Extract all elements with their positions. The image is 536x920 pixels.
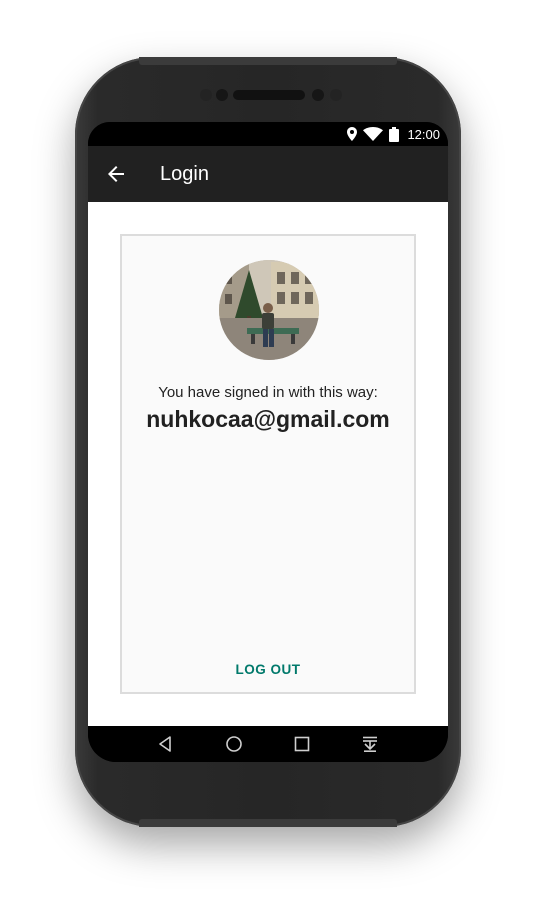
- speaker-grille: [233, 90, 305, 100]
- phone-rim-bottom: [139, 819, 397, 827]
- status-bar: 12:00: [88, 122, 448, 146]
- avatar-photo: [219, 260, 319, 360]
- notification-pull-icon[interactable]: [361, 735, 379, 753]
- arrow-left-icon[interactable]: [104, 162, 128, 186]
- avatar: [219, 260, 319, 360]
- main-content: You have signed in with this way: nuhkoc…: [88, 202, 448, 726]
- page-title: Login: [160, 163, 209, 185]
- signed-in-label: You have signed in with this way:: [158, 384, 378, 401]
- profile-card: You have signed in with this way: nuhkoc…: [120, 234, 416, 694]
- sensor-dot: [200, 89, 212, 101]
- status-clock: 12:00: [407, 126, 440, 142]
- sensor-dot: [330, 89, 342, 101]
- location-icon: [347, 127, 358, 141]
- earpiece-area: [75, 87, 461, 103]
- logout-button[interactable]: LOG OUT: [122, 662, 414, 677]
- user-email: nuhkocaa@gmail.com: [146, 406, 390, 432]
- home-circle-icon[interactable]: [225, 735, 243, 753]
- recents-square-icon[interactable]: [293, 735, 311, 753]
- device-screen: 12:00 Login You have signed in with this…: [88, 122, 448, 762]
- camera-dot: [216, 89, 228, 101]
- battery-icon: [389, 126, 400, 142]
- phone-rim-top: [139, 57, 397, 65]
- wifi-icon: [363, 127, 384, 141]
- back-triangle-icon[interactable]: [156, 735, 174, 753]
- navigation-bar: [88, 726, 448, 762]
- app-bar: Login: [88, 146, 448, 202]
- camera-dot: [312, 89, 324, 101]
